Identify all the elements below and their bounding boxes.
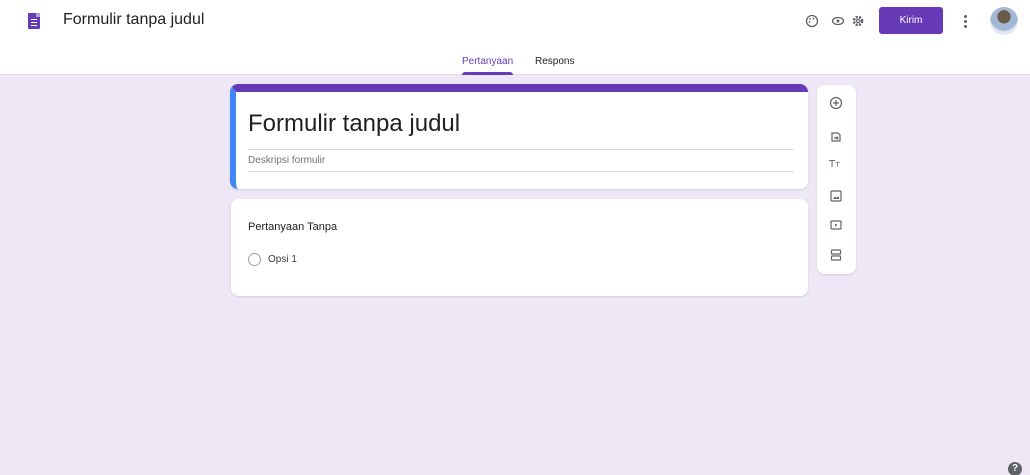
forms-logo-icon[interactable] xyxy=(28,13,40,29)
question-card[interactable]: Pertanyaan Tanpa Opsi 1 xyxy=(231,199,808,296)
svg-text:T: T xyxy=(835,161,841,169)
add-image-icon[interactable] xyxy=(826,186,846,206)
form-header-card: Formulir tanpa judul Deskripsi formulir xyxy=(230,84,808,189)
add-title-icon[interactable]: TT xyxy=(826,153,846,173)
import-questions-icon[interactable] xyxy=(826,127,846,147)
palette-icon[interactable] xyxy=(801,10,823,32)
help-icon[interactable]: ? xyxy=(1008,462,1022,475)
avatar[interactable] xyxy=(990,7,1018,35)
form-title[interactable]: Formulir tanpa judul xyxy=(248,110,460,138)
question-title[interactable]: Pertanyaan Tanpa xyxy=(248,221,337,233)
add-question-icon[interactable] xyxy=(826,93,846,113)
tab-responses[interactable]: Respons xyxy=(535,56,574,67)
side-toolbar: TT xyxy=(817,85,856,274)
preview-icon[interactable] xyxy=(827,10,849,32)
option-label[interactable]: Opsi 1 xyxy=(268,254,297,265)
more-vert-icon[interactable] xyxy=(960,11,970,31)
document-title[interactable]: Formulir tanpa judul xyxy=(63,11,204,29)
settings-icon[interactable] xyxy=(847,10,869,32)
tab-questions[interactable]: Pertanyaan xyxy=(462,56,514,75)
app-header: Formulir tanpa judul Kirim Pertanyaan Re… xyxy=(0,0,1030,75)
send-button[interactable]: Kirim xyxy=(879,7,943,34)
tab-bar: Pertanyaan Respons xyxy=(0,56,1030,75)
description-divider xyxy=(248,171,794,172)
add-video-icon[interactable] xyxy=(826,215,846,235)
form-description-input[interactable]: Deskripsi formulir xyxy=(248,155,325,166)
title-divider xyxy=(248,149,794,150)
add-section-icon[interactable] xyxy=(826,245,846,265)
radio-option[interactable] xyxy=(248,253,261,266)
